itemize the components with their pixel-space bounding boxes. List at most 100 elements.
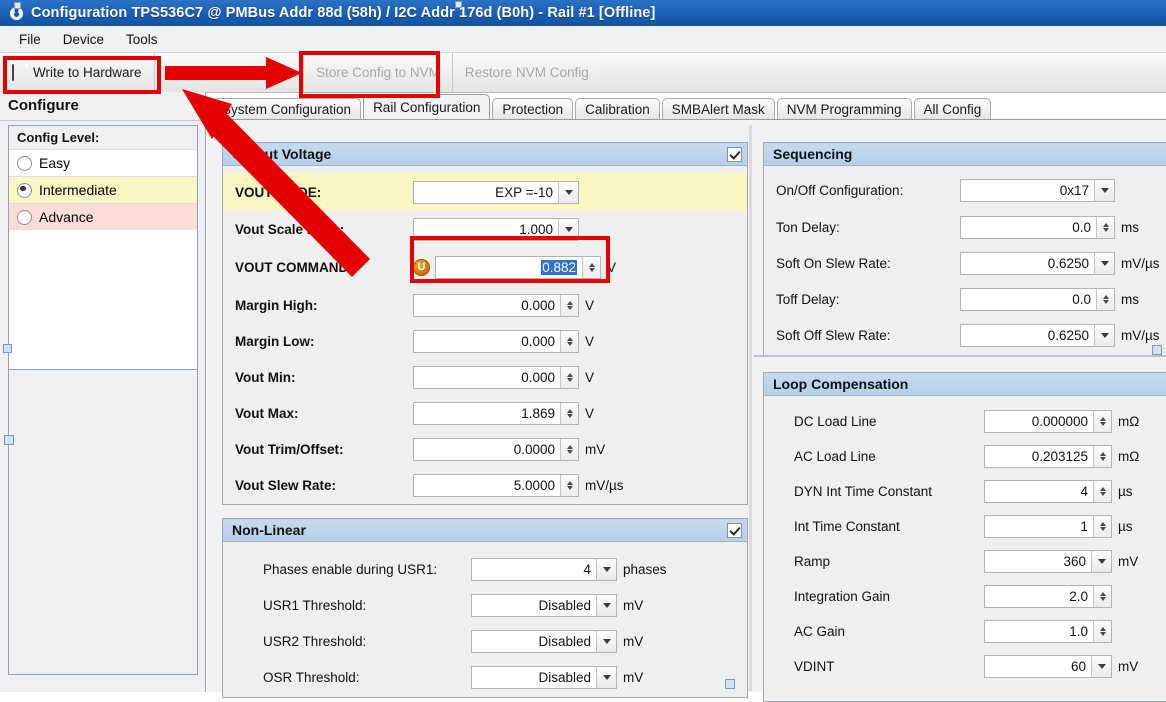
tab-calibration[interactable]: Calibration — [575, 98, 660, 120]
ac-load-line-stepper[interactable] — [1093, 446, 1111, 467]
onoff-configuration-value[interactable]: 0x17 — [961, 180, 1094, 201]
vout-mode-dropdown-icon[interactable] — [558, 182, 578, 203]
ramp-value[interactable]: 360 — [985, 551, 1091, 572]
vout-slew-rate-stepper[interactable] — [560, 475, 578, 496]
osr-threshold-dropdown-icon[interactable] — [596, 667, 616, 688]
tab-protection[interactable]: Protection — [492, 98, 573, 120]
sidebar-resize-handle[interactable] — [4, 435, 14, 445]
vout-slew-rate-control: 5.0000 mV/µs — [413, 474, 624, 497]
radio-icon-intermediate[interactable] — [17, 183, 32, 198]
ac-gain-value[interactable]: 1.0 — [985, 621, 1093, 642]
dyn-int-time-constant-stepper[interactable] — [1093, 481, 1111, 502]
config-level-advance[interactable]: Advance — [9, 203, 197, 230]
panel-non-linear-checkbox[interactable] — [727, 523, 742, 538]
dc-load-line-stepper[interactable] — [1093, 411, 1111, 432]
dyn-int-time-constant-value[interactable]: 4 — [985, 481, 1093, 502]
integration-gain-label: Integration Gain — [794, 589, 984, 604]
store-config-to-nvm-button[interactable]: Store Config to NVM — [304, 53, 453, 92]
usr1-threshold-value[interactable]: Disabled — [472, 595, 596, 616]
soft-off-slew-rate-dropdown-icon[interactable] — [1094, 325, 1114, 346]
toff-delay-value[interactable]: 0.0 — [961, 289, 1096, 310]
toff-delay-stepper[interactable] — [1096, 289, 1114, 310]
panel-non-linear: Non-Linear Phases enable during USR1: 4 … — [222, 518, 748, 698]
vout-max-control: 1.869 V — [413, 402, 594, 425]
soft-on-slew-rate-value[interactable]: 0.6250 — [961, 253, 1094, 274]
vout-trim-offset-value[interactable]: 0.0000 — [414, 439, 560, 460]
vdint-value[interactable]: 60 — [985, 656, 1091, 677]
ramp-dropdown-icon[interactable] — [1091, 551, 1111, 572]
panel-output-voltage-checkbox[interactable] — [727, 147, 742, 162]
ac-gain-stepper[interactable] — [1093, 621, 1111, 642]
row-onoff-configuration: On/Off Configuration: 0x17 — [764, 172, 1166, 209]
menu-item-device[interactable]: Device — [52, 29, 115, 50]
panel-non-linear-title: Non-Linear — [232, 522, 727, 538]
vout-scale-loop-dropdown-icon[interactable] — [558, 219, 578, 240]
phases-enable-usr1-value[interactable]: 4 — [472, 559, 596, 580]
soft-on-slew-rate-dropdown-icon[interactable] — [1094, 253, 1114, 274]
dc-load-line-value[interactable]: 0.000000 — [985, 411, 1093, 432]
onoff-configuration-dropdown-icon[interactable] — [1094, 180, 1114, 201]
column-splitter[interactable] — [749, 125, 752, 691]
phases-enable-usr1-dropdown-icon[interactable] — [596, 559, 616, 580]
vout-min-unit: V — [585, 370, 594, 385]
vout-command-value: 0.882 — [541, 260, 577, 275]
ton-delay-value[interactable]: 0.0 — [961, 217, 1096, 238]
vout-scale-loop-value[interactable]: 1.000 — [414, 219, 558, 240]
restore-nvm-config-button[interactable]: Restore NVM Config — [453, 53, 601, 92]
margin-low-stepper[interactable] — [560, 331, 578, 352]
window-resize-dot-left[interactable] — [14, 2, 21, 9]
vdint-dropdown-icon[interactable] — [1091, 656, 1111, 677]
row-vout-max: Vout Max: 1.869 V — [223, 395, 747, 431]
vout-mode-value[interactable]: EXP =-10 — [414, 182, 558, 203]
vout-min-value[interactable]: 0.000 — [414, 367, 560, 388]
radio-icon-advance[interactable] — [17, 210, 32, 225]
tab-rail-configuration[interactable]: Rail Configuration — [363, 94, 490, 120]
ac-gain-control: 1.0 — [984, 620, 1118, 643]
tab-nvm-programming[interactable]: NVM Programming — [777, 98, 912, 120]
config-level-intermediate[interactable]: Intermediate — [9, 176, 197, 203]
soft-off-slew-rate-value[interactable]: 0.6250 — [961, 325, 1094, 346]
tab-system-configuration[interactable]: System Configuration — [212, 98, 361, 120]
int-time-constant-value[interactable]: 1 — [985, 516, 1093, 537]
bottom-resize-handle[interactable] — [725, 679, 735, 689]
osr-threshold-value[interactable]: Disabled — [472, 667, 596, 688]
right-resize-handle[interactable] — [1152, 345, 1162, 355]
discard-changes-button[interactable]: ✕ Discard Changes — [155, 53, 305, 92]
panel-output-voltage: Output Voltage VOUT MODE: EXP =-10 Vout … — [222, 142, 748, 505]
usr2-threshold-dropdown-icon[interactable] — [596, 631, 616, 652]
menu-item-file[interactable]: File — [8, 29, 52, 50]
int-time-constant-stepper[interactable] — [1093, 516, 1111, 537]
margin-low-value[interactable]: 0.000 — [414, 331, 560, 352]
row-soft-on-slew-rate: Soft On Slew Rate: 0.6250 mV/µs — [764, 245, 1166, 281]
integration-gain-stepper[interactable] — [1093, 586, 1111, 607]
ac-load-line-value[interactable]: 0.203125 — [985, 446, 1093, 467]
vout-max-stepper[interactable] — [560, 403, 578, 424]
tab-smbalert-mask[interactable]: SMBAlert Mask — [662, 98, 775, 120]
panel-output-voltage-body: VOUT MODE: EXP =-10 Vout Scale Loop: 1.0… — [223, 166, 747, 509]
menu-item-tools[interactable]: Tools — [115, 29, 169, 50]
vout-trim-offset-stepper[interactable] — [560, 439, 578, 460]
vout-max-label: Vout Max: — [235, 406, 413, 421]
ton-delay-stepper[interactable] — [1096, 217, 1114, 238]
config-level-easy[interactable]: Easy — [9, 149, 197, 176]
usr1-threshold-dropdown-icon[interactable] — [596, 595, 616, 616]
vout-command-stepper[interactable] — [582, 257, 600, 278]
vout-slew-rate-value[interactable]: 5.0000 — [414, 475, 560, 496]
margin-high-stepper[interactable] — [560, 295, 578, 316]
vout-min-stepper[interactable] — [560, 367, 578, 388]
discard-icon: ✕ — [167, 65, 182, 80]
radio-icon-easy[interactable] — [17, 156, 32, 171]
toff-delay-control: 0.0 ms — [960, 288, 1139, 311]
vout-trim-offset-control: 0.0000 mV — [413, 438, 605, 461]
sidebar-left-handle[interactable] — [3, 344, 12, 353]
write-to-hardware-button[interactable]: Write to Hardware — [0, 53, 155, 92]
vout-max-value[interactable]: 1.869 — [414, 403, 560, 424]
margin-high-value[interactable]: 0.000 — [414, 295, 560, 316]
tab-all-config[interactable]: All Config — [914, 98, 992, 120]
usr2-threshold-value[interactable]: Disabled — [472, 631, 596, 652]
integration-gain-value[interactable]: 2.0 — [985, 586, 1093, 607]
vout-slew-rate-label: Vout Slew Rate: — [235, 478, 413, 493]
vout-command-input[interactable]: 0.882 — [436, 257, 582, 278]
ac-load-line-control: 0.203125 mΩ — [984, 445, 1139, 468]
window-resize-dot-top[interactable] — [455, 1, 462, 8]
